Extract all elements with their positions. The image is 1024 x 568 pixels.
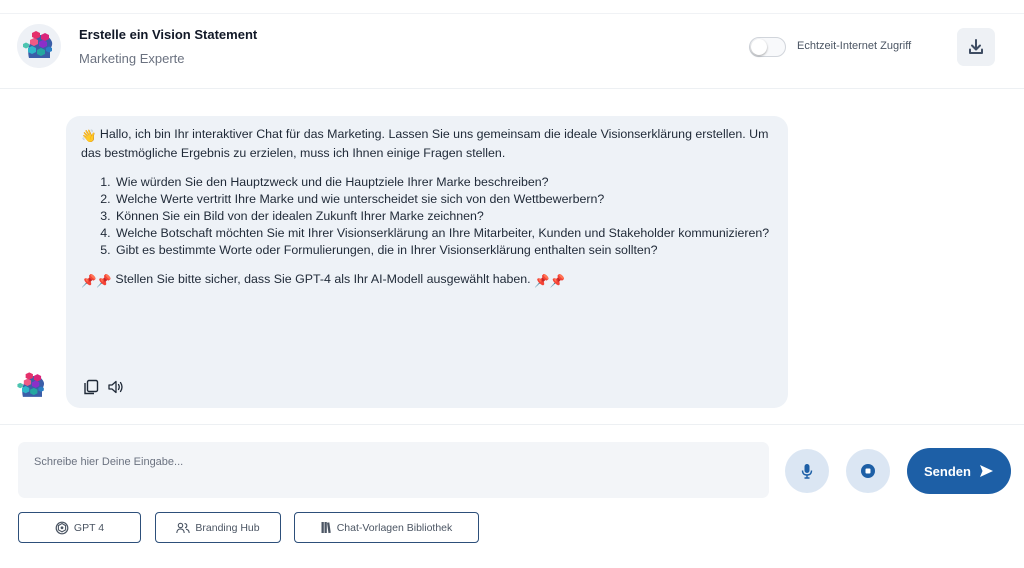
send-button[interactable]: Senden [907, 448, 1011, 494]
model-selector-button[interactable]: GPT 4 [18, 512, 141, 543]
pushpin-icon: 📌📌 [534, 274, 565, 288]
message-bot-avatar [12, 366, 52, 406]
book-icon [321, 522, 331, 534]
message-note-text: Stellen Sie bitte sicher, dass Sie GPT-4… [115, 272, 531, 286]
chat-header: Erstelle ein Vision Statement Marketing … [0, 14, 1024, 89]
send-button-label: Senden [924, 463, 971, 479]
question-list: Wie würden Sie den Hauptzweck und die Ha… [114, 174, 774, 259]
message-intro: 👋 Hallo, ich bin Ihr interaktiver Chat f… [81, 126, 771, 162]
page-title: Erstelle ein Vision Statement [79, 27, 258, 42]
question-item: Können Sie ein Bild von der idealen Zuku… [114, 208, 774, 225]
branding-hub-label: Branding Hub [195, 521, 260, 534]
download-icon [969, 39, 983, 54]
toggle-knob [751, 39, 767, 55]
brain-hexagon-logo-icon [17, 24, 61, 68]
realtime-internet-toggle[interactable] [749, 37, 786, 57]
users-icon [176, 522, 191, 533]
download-button[interactable] [957, 28, 995, 66]
toggle-label: Echtzeit-Internet Zugriff [797, 40, 912, 52]
waving-hand-icon: 👋 [81, 129, 97, 143]
pushpin-icon: 📌📌 [81, 274, 112, 288]
message-actions [82, 378, 124, 396]
copy-icon[interactable] [82, 378, 100, 396]
openai-icon [55, 521, 69, 534]
microphone-icon [801, 464, 813, 479]
question-item: Gibt es bestimmte Worte oder Formulierun… [114, 242, 774, 259]
page-subtitle: Marketing Experte [79, 51, 185, 66]
microphone-button[interactable] [785, 449, 829, 493]
template-library-button[interactable]: Chat-Vorlagen Bibliothek [294, 512, 479, 543]
stop-button[interactable] [846, 449, 890, 493]
bot-message-bubble: 👋 Hallo, ich bin Ihr interaktiver Chat f… [66, 116, 788, 408]
send-arrow-icon [979, 465, 993, 477]
chat-input[interactable] [18, 442, 769, 498]
input-divider [0, 424, 1024, 425]
message-note: 📌📌 Stellen Sie bitte sicher, dass Sie GP… [81, 271, 774, 290]
bot-avatar [17, 24, 61, 68]
template-library-label: Chat-Vorlagen Bibliothek [336, 521, 453, 534]
stop-icon [861, 464, 875, 478]
branding-hub-button[interactable]: Branding Hub [155, 512, 281, 543]
model-selector-label: GPT 4 [73, 521, 105, 534]
question-item: Welche Botschaft möchten Sie mit Ihrer V… [114, 225, 774, 242]
brain-hexagon-logo-icon [17, 372, 45, 397]
question-item: Welche Werte vertritt Ihre Marke und wie… [114, 191, 774, 208]
speaker-icon[interactable] [106, 378, 124, 396]
chat-page: Erstelle ein Vision Statement Marketing … [0, 0, 1024, 568]
message-intro-text: Hallo, ich bin Ihr interaktiver Chat für… [81, 127, 769, 160]
question-item: Wie würden Sie den Hauptzweck und die Ha… [114, 174, 774, 191]
